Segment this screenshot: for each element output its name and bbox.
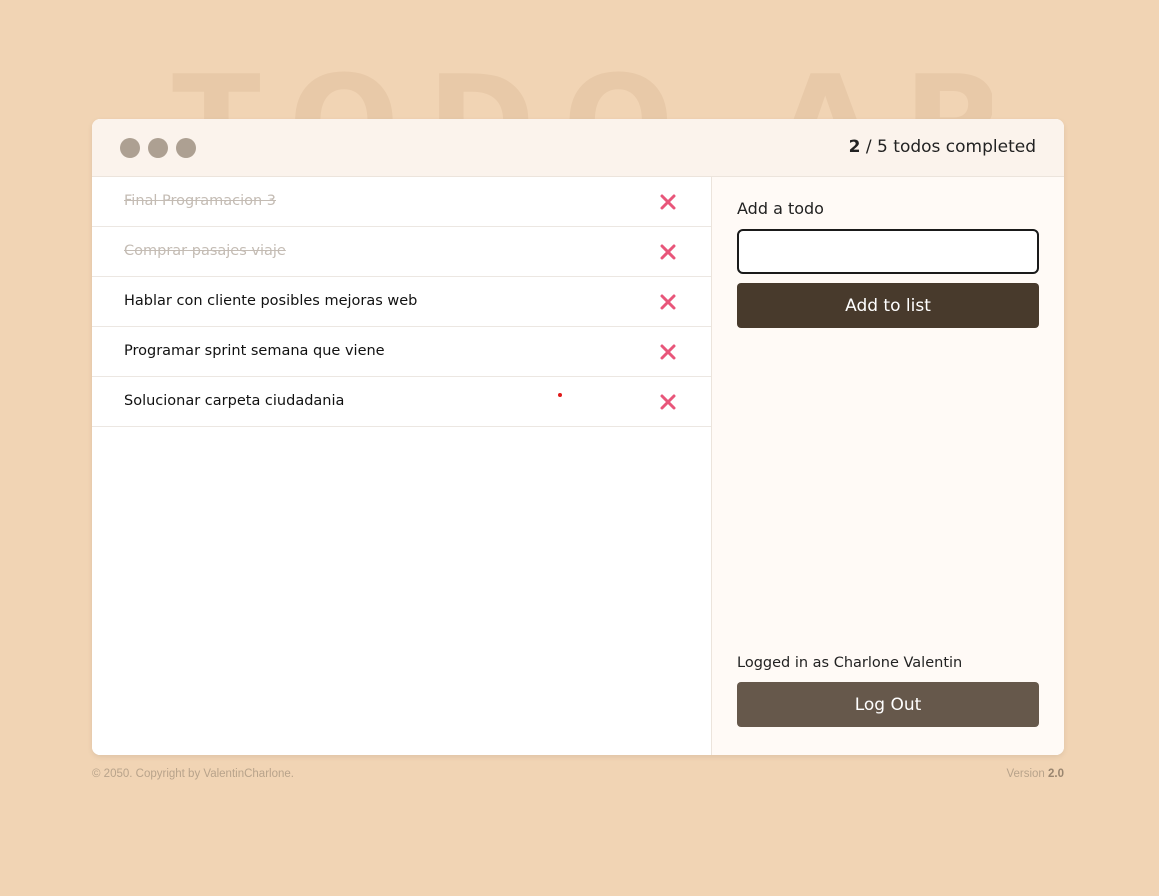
completed-counter: 2 / 5 todos completed	[849, 137, 1036, 157]
window-dot-icon	[176, 138, 196, 158]
todo-list: Final Programacion 3 Comprar pasajes viaj…	[92, 177, 712, 755]
todo-item[interactable]: Solucionar carpeta ciudadania	[92, 377, 711, 427]
close-icon[interactable]	[657, 291, 679, 313]
todo-item-text: Comprar pasajes viaje	[124, 243, 286, 259]
todo-item[interactable]: Programar sprint semana que viene	[92, 327, 711, 377]
todo-item-text: Hablar con cliente posibles mejoras web	[124, 293, 418, 309]
todo-input[interactable]	[737, 229, 1039, 274]
background-title: TODO APP	[172, 48, 992, 119]
todo-item[interactable]: Final Programacion 3	[92, 177, 711, 227]
version-info: Version 2.0	[1006, 768, 1064, 780]
todo-item-text: Solucionar carpeta ciudadania	[124, 393, 345, 409]
todo-item[interactable]: Hablar con cliente posibles mejoras web	[92, 277, 711, 327]
cursor-marker	[558, 393, 562, 397]
sidebar-panel: Add a todo Add to list Logged in as Char…	[712, 177, 1064, 755]
todo-item-text: Programar sprint semana que viene	[124, 343, 385, 359]
version-number: 2.0	[1048, 768, 1064, 780]
close-icon[interactable]	[657, 191, 679, 213]
total-todos-text: / 5 todos completed	[865, 137, 1036, 157]
completed-count: 2	[848, 137, 861, 157]
add-to-list-button[interactable]: Add to list	[737, 283, 1039, 328]
close-icon[interactable]	[657, 391, 679, 413]
app-header: 2 / 5 todos completed	[92, 119, 1064, 177]
close-icon[interactable]	[657, 341, 679, 363]
window-dot-icon	[148, 138, 168, 158]
todo-app-window: 2 / 5 todos completed Final Programacion…	[92, 119, 1064, 755]
todo-item[interactable]: Comprar pasajes viaje	[92, 227, 711, 277]
close-icon[interactable]	[657, 241, 679, 263]
window-dot-icon	[120, 138, 140, 158]
logged-in-text: Logged in as Charlone Valentin	[737, 655, 963, 671]
add-todo-label: Add a todo	[737, 199, 824, 218]
todo-item-text: Final Programacion 3	[124, 193, 276, 209]
copyright-text: © 2050. Copyright by ValentinCharlone.	[92, 768, 294, 780]
version-label: Version	[1006, 768, 1045, 780]
logout-button[interactable]: Log Out	[737, 682, 1039, 727]
